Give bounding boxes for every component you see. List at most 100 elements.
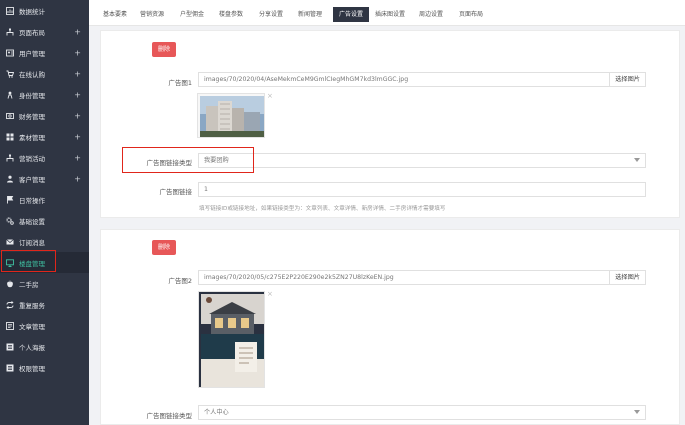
tab-insert-image[interactable]: 插床图设置 <box>375 7 405 22</box>
ad-link-label: 广告图链接 <box>159 188 193 196</box>
choose-image-button[interactable]: 选择图片 <box>609 73 645 86</box>
sidebar-item-subscription[interactable]: 订阅消息 <box>0 231 89 252</box>
expand-plus-icon: + <box>74 111 81 120</box>
sidebar-item-users[interactable]: 用户管理 + <box>0 42 89 63</box>
ad-card-1: 删除 广告图1 images/70/2020/04/AseMekmCeM9Gml… <box>100 30 680 218</box>
sidebar-item-label: 订阅消息 <box>19 238 45 247</box>
ad-image-path: images/70/2020/05/c275E2P220E290e2k5ZN27… <box>204 274 394 281</box>
ad-image-label: 广告图2 <box>168 277 192 285</box>
tab-ad-settings[interactable]: 广告设置 <box>333 7 370 22</box>
sidebar-item-daily[interactable]: 日常操作 <box>0 189 89 210</box>
permission-icon <box>6 364 14 372</box>
ad-link-type-value: 个人中心 <box>204 409 229 416</box>
main-content: 基本要素 营销资源 户型佣金 楼盘参数 分享设置 新闻管理 广告设置 插床图设置… <box>89 0 685 425</box>
marketing-icon <box>6 154 14 162</box>
expand-plus-icon: + <box>74 132 81 141</box>
ad-image-thumbnail <box>198 291 265 388</box>
ad-link-type-label: 广告图链接类型 <box>146 159 193 167</box>
chevron-down-icon <box>634 410 640 414</box>
sidebar-item-label: 用户管理 <box>19 49 45 58</box>
sidebar-item-purchase[interactable]: 在线认购 + <box>0 63 89 84</box>
expand-plus-icon: + <box>74 69 81 78</box>
customer-icon <box>6 175 14 183</box>
sidebar-item-label: 二手房 <box>19 280 39 289</box>
money-icon <box>6 112 14 120</box>
id-icon <box>6 91 14 99</box>
expand-plus-icon: + <box>74 153 81 162</box>
gear-icon <box>6 216 14 225</box>
sidebar-item-label: 身份管理 <box>19 91 45 100</box>
sidebar-item-media[interactable]: 素材管理 + <box>0 126 89 147</box>
sidebar-item-marketing[interactable]: 营销活动 + <box>0 147 89 168</box>
tab-share-settings[interactable]: 分享设置 <box>259 7 283 22</box>
delete-button[interactable]: 删除 <box>152 240 177 255</box>
sidebar-item-poster[interactable]: 个人海报 <box>0 336 89 357</box>
ad-image-path-input[interactable]: images/70/2020/05/c275E2P220E290e2k5ZN27… <box>198 270 646 285</box>
tab-news[interactable]: 新闻管理 <box>298 7 322 22</box>
article-icon <box>6 321 14 330</box>
flag-icon <box>6 195 14 204</box>
ad-link-input[interactable]: 1 <box>198 182 646 197</box>
monitor-icon <box>6 258 14 267</box>
ad-link-help-text: 填写链接ID或链接地址，如果链接类型为：文章列表、文章详情、新房详情、二手房详情… <box>199 206 446 212</box>
apple-icon <box>6 280 14 288</box>
mail-icon <box>6 238 14 246</box>
sidebar-item-label: 营销活动 <box>19 154 45 163</box>
sidebar-item-layout[interactable]: 页面布局 + <box>0 21 89 42</box>
tab-page-layout[interactable]: 页面布局 <box>459 7 483 22</box>
ad-link-value: 1 <box>204 186 208 193</box>
sidebar-item-label: 重复服务 <box>19 301 45 310</box>
remove-image-icon[interactable]: × <box>267 290 273 298</box>
ad-image-label: 广告图1 <box>168 79 192 87</box>
sidebar-item-label: 在线认购 <box>19 70 45 79</box>
sidebar-item-articles[interactable]: 文章管理 <box>0 315 89 336</box>
delete-button[interactable]: 删除 <box>152 42 177 57</box>
ad-image-path-input[interactable]: images/70/2020/04/AseMekmCeM9GmlCIegMhGM… <box>198 72 646 87</box>
sidebar-item-label: 日常操作 <box>19 196 45 205</box>
expand-plus-icon: + <box>74 90 81 99</box>
ad-image-thumbnail <box>197 93 265 138</box>
sidebar-item-label: 基础设置 <box>19 217 45 226</box>
sidebar-item-label: 数据统计 <box>19 7 45 16</box>
sidebar-item-label: 楼盘管理 <box>19 259 45 268</box>
expand-plus-icon: + <box>74 27 81 36</box>
tab-basic[interactable]: 基本要素 <box>103 7 127 22</box>
tab-unit-commission[interactable]: 户型佣金 <box>180 7 204 22</box>
ad-link-type-select[interactable]: 个人中心 <box>198 405 646 420</box>
sidebar: 数据统计 页面布局 + 用户管理 + 在线认购 + 身份管理 + 财务管理 + … <box>0 0 89 425</box>
ad-image-path: images/70/2020/04/AseMekmCeM9GmlCIegMhGM… <box>204 76 409 83</box>
tab-surroundings[interactable]: 周边设置 <box>419 7 443 22</box>
sidebar-item-finance[interactable]: 财务管理 + <box>0 105 89 126</box>
chevron-down-icon <box>634 158 640 162</box>
ad-link-type-value: 我要团购 <box>204 157 229 164</box>
sidebar-item-settings[interactable]: 基础设置 <box>0 210 89 231</box>
tab-marketing[interactable]: 营销资源 <box>140 7 164 22</box>
sidebar-item-label: 文章管理 <box>19 322 45 331</box>
cart-icon <box>6 70 14 78</box>
poster-icon <box>6 343 14 351</box>
sidebar-item-permissions[interactable]: 权限管理 <box>0 357 89 378</box>
tab-property-params[interactable]: 楼盘参数 <box>219 7 243 22</box>
ad-card-2: 删除 广告图2 images/70/2020/05/c275E2P220E290… <box>100 229 680 425</box>
ad-link-type-select[interactable]: 我要团购 <box>198 153 646 168</box>
sidebar-item-label: 个人海报 <box>19 343 45 352</box>
sidebar-item-label: 财务管理 <box>19 112 45 121</box>
user-icon <box>6 49 14 57</box>
sidebar-item-property[interactable]: 楼盘管理 <box>0 252 89 273</box>
expand-plus-icon: + <box>74 174 81 183</box>
chart-icon <box>6 6 14 15</box>
layout-icon <box>6 28 14 36</box>
remove-image-icon[interactable]: × <box>267 92 273 100</box>
sidebar-item-label: 素材管理 <box>19 133 45 142</box>
sidebar-item-stats[interactable]: 数据统计 <box>0 0 89 21</box>
choose-image-button[interactable]: 选择图片 <box>609 271 645 284</box>
sidebar-item-customers[interactable]: 客户管理 + <box>0 168 89 189</box>
sidebar-item-identity[interactable]: 身份管理 + <box>0 84 89 105</box>
sidebar-item-repeat[interactable]: 重复服务 <box>0 294 89 315</box>
tab-bar: 基本要素 营销资源 户型佣金 楼盘参数 分享设置 新闻管理 广告设置 插床图设置… <box>89 0 685 26</box>
expand-plus-icon: + <box>74 48 81 57</box>
sidebar-item-label: 客户管理 <box>19 175 45 184</box>
repeat-icon <box>6 300 14 309</box>
ad-link-type-label: 广告图链接类型 <box>146 412 193 420</box>
sidebar-item-secondhand[interactable]: 二手房 <box>0 273 89 294</box>
